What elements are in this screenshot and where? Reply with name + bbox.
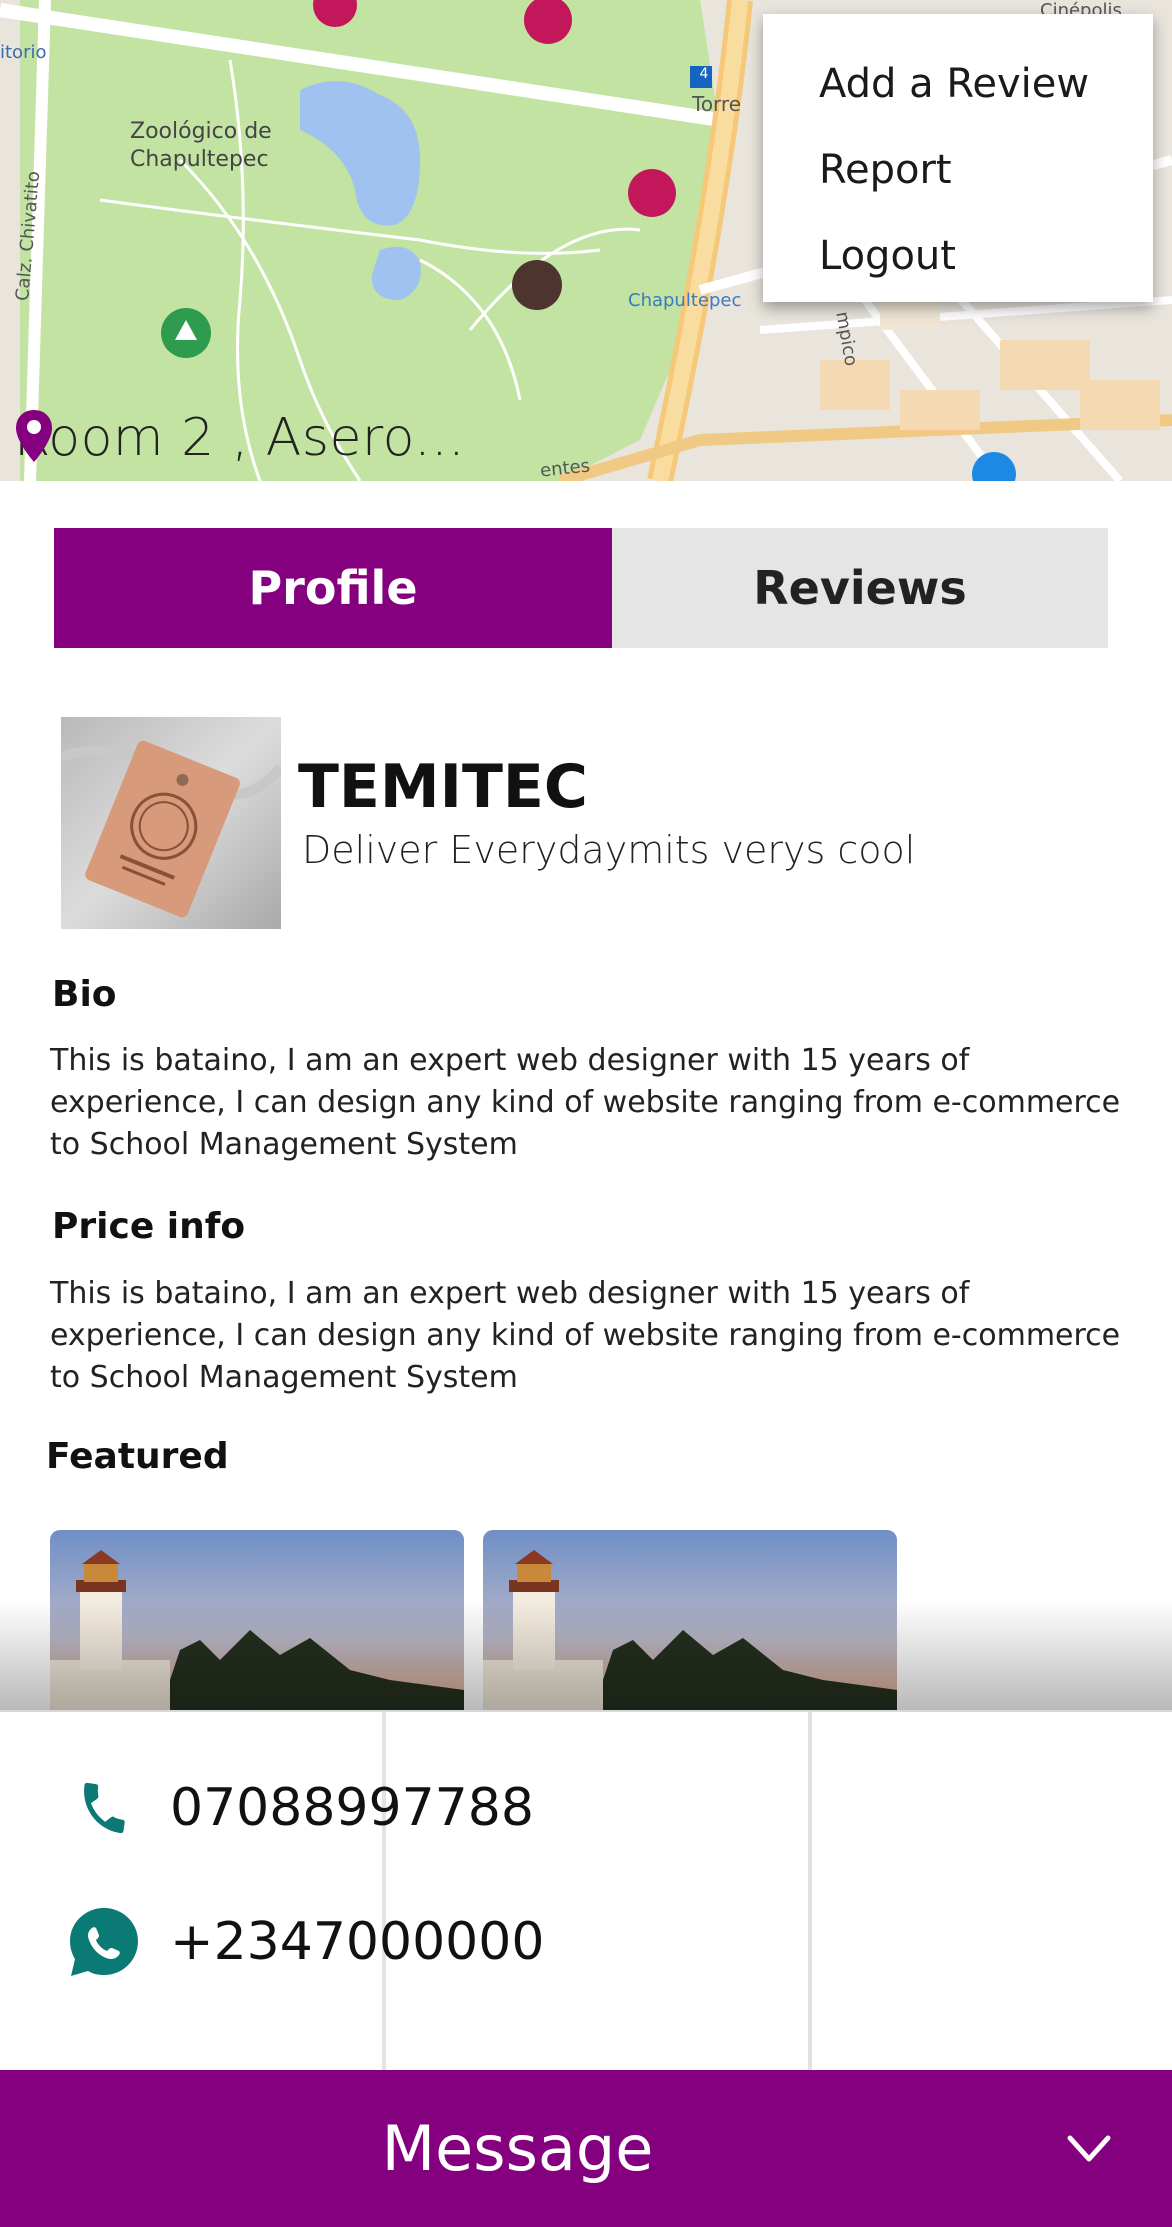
- profile-name: TEMITEC: [298, 752, 588, 822]
- contact-sheet: 07088997788 +2347000000: [0, 1710, 1172, 2072]
- phone-icon: [66, 1770, 142, 1846]
- profile-tagline: Deliver Everydaymits verys cool: [302, 828, 916, 872]
- whatsapp-row[interactable]: +2347000000: [66, 1904, 544, 1980]
- price-info-text: This is bataino, I am an expert web desi…: [50, 1276, 1121, 1395]
- menu-item-add-review[interactable]: Add a Review: [763, 44, 1153, 130]
- menu-item-logout[interactable]: Logout: [763, 216, 1153, 302]
- bio-text: This is bataino, I am an expert web desi…: [50, 1043, 1121, 1162]
- location-bar[interactable]: Room 2 , Asero...: [14, 408, 465, 468]
- map-label-metro: itorio: [0, 42, 47, 63]
- chevron-down-icon[interactable]: [1064, 2122, 1114, 2172]
- map-marker-4: 4: [699, 66, 709, 82]
- location-text: Room 2 , Asero...: [14, 408, 466, 468]
- bio-title: Bio: [52, 974, 117, 1015]
- sheet-divider-2: [808, 1712, 812, 2072]
- sheet-shadow: [0, 1600, 1172, 1712]
- map-label-zoo-text: Zoológico de Chapultepec: [130, 119, 272, 172]
- map-label-chapultepec: Chapultepec: [628, 290, 742, 311]
- map-label-torre: Torre: [692, 92, 742, 116]
- featured-title: Featured: [46, 1436, 229, 1477]
- whatsapp-number: +2347000000: [170, 1912, 545, 1972]
- avatar: [61, 717, 281, 929]
- phone-row[interactable]: 07088997788: [66, 1770, 534, 1846]
- phone-number: 07088997788: [170, 1778, 534, 1838]
- avatar-image: [61, 717, 281, 929]
- overflow-menu: Add a Review Report Logout: [763, 14, 1153, 302]
- profile-tabs: Profile Reviews: [54, 528, 1108, 648]
- menu-item-report[interactable]: Report: [763, 130, 1153, 216]
- message-button[interactable]: Message: [0, 2070, 1172, 2227]
- sheet-divider-1: [382, 1712, 386, 2072]
- message-label: Message: [381, 2112, 654, 2185]
- whatsapp-icon: [66, 1904, 142, 1980]
- map-label-zoo: Zoológico de Chapultepec: [130, 118, 272, 174]
- price-info-title: Price info: [52, 1206, 246, 1247]
- tab-profile[interactable]: Profile: [54, 528, 612, 648]
- location-pin-icon: [16, 410, 52, 462]
- tab-reviews[interactable]: Reviews: [612, 528, 1108, 648]
